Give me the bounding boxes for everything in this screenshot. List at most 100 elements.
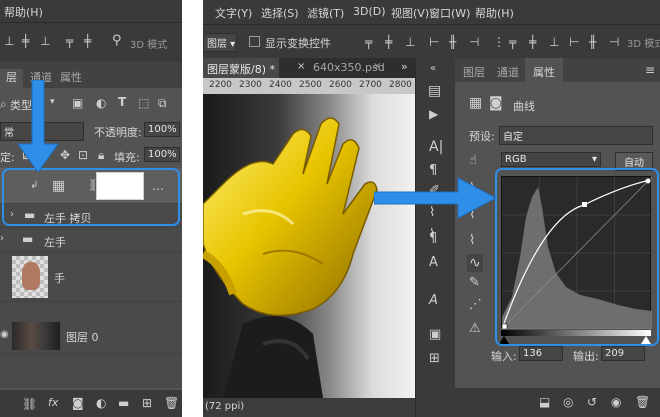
fx-icon[interactable]: fx	[48, 397, 58, 408]
library-icon[interactable]: ⊞	[429, 352, 440, 365]
dist-right-icon[interactable]: ⊣	[609, 36, 619, 48]
menu-type[interactable]: 文字(Y)	[215, 5, 252, 21]
right-options-bar: 图层 ▾ 显示变换控件 ╤ ╪ ⊥ ⊢ ╫ ⊣ ⋮ ╤ ╪ ⊥ ⊢ ╫ ⊣ 3D…	[203, 24, 660, 58]
new-adjustment-icon[interactable]: ◐	[96, 397, 106, 409]
dist-hcenter-icon[interactable]: ╫	[589, 36, 596, 48]
left-bottom-bar: ⛓ fx ◙ ◐ ▬ ⊞ 🗑︎	[0, 390, 182, 417]
align-left-icon[interactable]: ⊥	[4, 35, 14, 47]
align-vcenter-icon[interactable]: ╪	[385, 36, 392, 48]
dist-left-icon[interactable]: ⊢	[569, 36, 579, 48]
align-hcenter-icon[interactable]: ╫	[449, 36, 456, 48]
output-field[interactable]: 209	[601, 346, 645, 361]
search-icon[interactable]: ⚲	[112, 34, 122, 47]
document-canvas[interactable]	[203, 94, 415, 398]
new-layer-icon[interactable]: ⊞	[142, 397, 152, 409]
output-label: 输出:	[573, 350, 599, 363]
menu-window[interactable]: 窗口(W)	[429, 5, 470, 21]
distribute-middle-icon[interactable]: ╪	[84, 35, 91, 47]
group-layer-row[interactable]: › ▬ 左手	[0, 228, 182, 252]
pixel-layer-row[interactable]: 手	[0, 252, 182, 302]
ruler-tick: 2300	[239, 80, 262, 90]
play-icon[interactable]: ▶	[429, 108, 438, 120]
glyph-icon[interactable]: A	[429, 256, 438, 269]
style-icon[interactable]: A	[429, 294, 438, 307]
expand-chevron-icon[interactable]: ›	[0, 234, 4, 244]
link-layers-icon[interactable]: ⛓	[22, 398, 37, 410]
view-previous-icon[interactable]: ◎	[563, 396, 573, 408]
fill-field[interactable]: 100%	[144, 147, 180, 162]
distribute-top-icon[interactable]: ╤	[66, 35, 73, 47]
dist-center-icon[interactable]: ╪	[529, 36, 536, 48]
menu-help[interactable]: 帮助(H)	[475, 5, 514, 21]
align-bottom-icon[interactable]: ⊥	[405, 36, 415, 48]
menu-view[interactable]: 视图(V)	[391, 5, 429, 21]
align-right-icon[interactable]: ⊣	[469, 36, 479, 48]
filter-adjust-icon[interactable]: ◐	[96, 97, 106, 109]
add-mask-icon[interactable]: ◙	[72, 397, 84, 409]
highlight-box	[495, 168, 659, 346]
left-screenshot: 帮助(H) ⊥ ╪ ⊥ ╤ ╪ ⚲ 3D 模式 层 通道 属性 ⌕ 类型 ▾ ▣…	[0, 0, 182, 417]
more-tabs-icon[interactable]: »	[401, 61, 408, 72]
pencil-icon[interactable]: ✎	[469, 276, 480, 289]
paragraph-icon[interactable]: ¶	[429, 232, 437, 245]
distribute-icon[interactable]: ⋮	[493, 36, 505, 48]
filter-smart-icon[interactable]: ⧉	[158, 97, 167, 109]
ruler-tick: 2400	[269, 80, 292, 90]
ruler-tick: 2500	[299, 80, 322, 90]
align-center-icon[interactable]: ╪	[22, 35, 29, 47]
align-left-icon[interactable]: ⊢	[429, 36, 439, 48]
lock-artboard-icon[interactable]: ⊡	[78, 149, 88, 161]
delete-icon[interactable]: 🗑︎	[164, 397, 179, 409]
panel-menu-icon[interactable]: ≡	[645, 64, 655, 76]
menu-filter[interactable]: 滤镜(T)	[307, 5, 344, 21]
tab-channels[interactable]: 通道	[497, 64, 519, 80]
dist-bottom-icon[interactable]: ⊥	[549, 36, 559, 48]
character-panel-icon[interactable]: A|	[429, 140, 443, 154]
curve-edit-icon[interactable]: ∿	[467, 254, 483, 272]
properties-panel: 图层 通道 属性 ≡ ▦ ◙ 曲线 预设: 自定 ☝ RGB▾ 自动 ⌇ ⌇ ⌇…	[455, 58, 660, 417]
close-tab-icon[interactable]: ×	[373, 62, 381, 72]
input-field[interactable]: 136	[519, 346, 563, 361]
filter-text-icon[interactable]: T	[118, 96, 126, 108]
menu-3d[interactable]: 3D(D)	[353, 5, 386, 18]
clip-to-layer-icon[interactable]: ⬓	[539, 396, 550, 408]
tab-layers[interactable]: 图层	[463, 64, 485, 80]
ruler-tick: 2600	[329, 80, 352, 90]
ruler-tick: 2700	[359, 80, 382, 90]
tab-properties[interactable]: 属性	[525, 58, 563, 82]
layer-select-dropdown[interactable]: 图层 ▾	[203, 33, 237, 52]
menu-select[interactable]: 选择(S)	[261, 5, 299, 21]
new-group-icon[interactable]: ▬	[118, 397, 129, 409]
photo-layer-thumbnail	[12, 322, 60, 350]
curves-title: 曲线	[513, 100, 535, 113]
white-point-eyedropper-icon[interactable]: ⌇	[469, 234, 475, 247]
smooth-icon[interactable]: ⋰	[469, 298, 482, 311]
lock-all-icon[interactable]: 🔒︎	[98, 149, 104, 161]
pixel-layer-row[interactable]: ◉ 图层 0	[0, 318, 182, 354]
reset-icon[interactable]: ↺	[587, 396, 597, 408]
preset-select[interactable]: 自定	[499, 126, 653, 145]
align-bottom-icon[interactable]: ⊥	[40, 35, 50, 47]
doc-tab-active[interactable]: 图层蒙版/8) *	[203, 58, 279, 78]
collapse-icon[interactable]: «	[430, 64, 436, 74]
lock-label: 定:	[0, 151, 15, 164]
opacity-field[interactable]: 100%	[144, 122, 180, 137]
dist-top-icon[interactable]: ╤	[509, 36, 516, 48]
filter-shape-icon[interactable]: ⬚	[138, 97, 149, 109]
target-adjust-icon[interactable]: ☝	[469, 154, 477, 167]
align-top-icon[interactable]: ╤	[365, 36, 372, 48]
close-tab-icon[interactable]: ×	[297, 62, 305, 72]
visibility-icon[interactable]: ◉	[611, 396, 621, 408]
visibility-eye-icon[interactable]: ◉	[0, 330, 9, 340]
layer-name: 图层 0	[66, 331, 99, 344]
clipping-warning-icon[interactable]: ⚠	[469, 322, 481, 335]
menu-help[interactable]: 帮助(H)	[4, 4, 43, 20]
delete-icon[interactable]: 🗑︎	[635, 396, 650, 408]
swatch-icon[interactable]: ▣	[429, 328, 441, 341]
show-transform-checkbox[interactable]	[249, 36, 260, 47]
channel-select[interactable]: RGB ▾	[501, 152, 601, 167]
mask-icon[interactable]: ◙	[489, 96, 503, 110]
preset-label: 预设:	[469, 130, 495, 143]
info-panel-icon[interactable]: ▤	[428, 84, 441, 98]
filter-pixel-icon[interactable]: ▣	[72, 97, 83, 109]
